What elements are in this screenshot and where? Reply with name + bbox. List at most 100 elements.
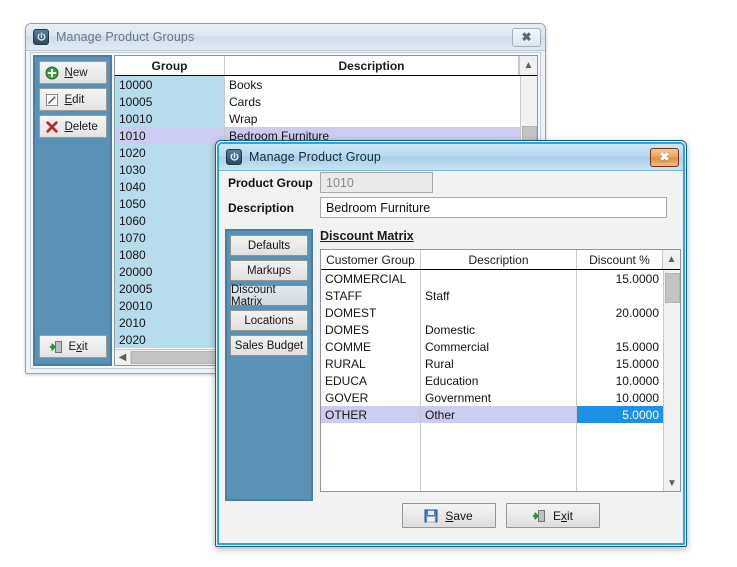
back-exit-button[interactable]: Exit [38, 335, 107, 358]
new-button[interactable]: New [38, 61, 107, 84]
column-header-group[interactable]: Group [115, 56, 225, 75]
exit-button[interactable]: Exit [505, 503, 600, 528]
table-row[interactable]: COMMERCIAL 15.0000 [321, 270, 663, 287]
scroll-up-button[interactable]: ▲ [519, 56, 537, 75]
close-icon[interactable]: ✖ [512, 27, 541, 47]
product-group-field: 1010 [320, 172, 433, 193]
exit-button-label: Exit [552, 508, 573, 523]
cell-discount-percent[interactable]: 15.0000 [577, 338, 663, 355]
table-row-empty[interactable] [321, 440, 663, 457]
close-icon[interactable]: ✖ [650, 147, 679, 167]
product-group-label: Product Group [228, 175, 313, 190]
cell-customer-group[interactable]: OTHER [321, 406, 421, 423]
table-row[interactable]: 10010 Wrap [115, 110, 520, 127]
cell-customer-group[interactable]: DOMES [321, 321, 421, 338]
table-row[interactable]: GOVER Government 10.0000 [321, 389, 663, 406]
table-row[interactable]: DOMES Domestic [321, 321, 663, 338]
cell-group: 10005 [115, 93, 225, 110]
cell-discount-percent[interactable] [577, 287, 663, 304]
column-header-description[interactable]: Description [225, 56, 519, 75]
table-row[interactable]: 10000 Books [115, 76, 520, 93]
cell-customer-group[interactable]: RURAL [321, 355, 421, 372]
cell-description[interactable]: Education [421, 372, 577, 389]
dialog-panes: Defaults Markups Discount Matrix Locations S… [225, 229, 681, 528]
column-header-matrix-description[interactable]: Description [421, 250, 577, 269]
delete-button[interactable]: Delete [38, 115, 107, 138]
cell-discount-percent[interactable]: 5.0000 [577, 406, 663, 423]
back-window-titlebar[interactable]: Manage Product Groups ✖ [26, 24, 545, 51]
matrix-vertical-scrollbar[interactable]: ▼ [663, 270, 680, 491]
table-row-empty[interactable] [321, 474, 663, 491]
matrix-scrollbar-thumb[interactable] [664, 273, 680, 303]
cell-discount-percent[interactable] [577, 321, 663, 338]
tab-locations[interactable]: Locations [230, 310, 308, 331]
scroll-left-button[interactable]: ◀ [115, 351, 131, 364]
tab-markups[interactable]: Markups [230, 260, 308, 281]
matrix-rows: COMMERCIAL 15.0000 STAFF Staff DOMEST 20.0000… [321, 270, 663, 491]
cell-discount-percent[interactable]: 10.0000 [577, 389, 663, 406]
delete-x-icon [45, 120, 58, 133]
cell-customer-group[interactable]: COMME [321, 338, 421, 355]
front-window-titlebar[interactable]: Manage Product Group ✖ [219, 144, 683, 171]
cell-group: 10000 [115, 76, 225, 93]
description-field[interactable]: Bedroom Furniture [320, 197, 667, 218]
cell-description[interactable] [421, 304, 577, 321]
power-icon [226, 149, 242, 165]
cell-description[interactable]: Domestic [421, 321, 577, 338]
matrix-scroll-down-button[interactable]: ▼ [667, 477, 677, 491]
column-header-customer-group[interactable]: Customer Group [321, 250, 421, 269]
cell-empty [421, 474, 577, 491]
cell-discount-percent[interactable]: 15.0000 [577, 355, 663, 372]
column-header-discount-percent[interactable]: Discount % [577, 250, 663, 269]
cell-group: 1070 [115, 229, 225, 246]
matrix-scroll-up-button[interactable]: ▲ [663, 250, 680, 269]
cell-empty [321, 457, 421, 474]
tab-defaults[interactable]: Defaults [230, 235, 308, 256]
dialog-tab-list: Defaults Markups Discount Matrix Locations S… [225, 229, 313, 501]
cell-customer-group[interactable]: DOMEST [321, 304, 421, 321]
cell-group: 2010 [115, 314, 225, 331]
cell-description[interactable]: Commercial [421, 338, 577, 355]
tab-discount-matrix[interactable]: Discount Matrix [230, 284, 308, 308]
cell-empty [577, 457, 663, 474]
exit-door-icon [49, 340, 62, 353]
cell-description[interactable] [421, 270, 577, 287]
cell-empty [577, 474, 663, 491]
cell-customer-group[interactable]: STAFF [321, 287, 421, 304]
cell-empty [577, 440, 663, 457]
cell-customer-group[interactable]: EDUCA [321, 372, 421, 389]
cell-description[interactable]: Other [421, 406, 577, 423]
table-row[interactable]: EDUCA Education 10.0000 [321, 372, 663, 389]
cell-empty [577, 423, 663, 440]
table-row[interactable]: COMME Commercial 15.0000 [321, 338, 663, 355]
cell-description[interactable]: Government [421, 389, 577, 406]
table-row[interactable]: OTHER Other 5.0000 [321, 406, 663, 423]
cell-discount-percent[interactable]: 15.0000 [577, 270, 663, 287]
cell-customer-group[interactable]: GOVER [321, 389, 421, 406]
cell-group: 1010 [115, 127, 225, 144]
chevron-up-icon: ▲ [523, 59, 534, 71]
power-icon [33, 29, 49, 45]
table-row[interactable]: RURAL Rural 15.0000 [321, 355, 663, 372]
description-label: Description [228, 200, 295, 215]
table-row[interactable]: 10005 Cards [115, 93, 520, 110]
cell-empty [321, 440, 421, 457]
matrix-header-row: Customer Group Description Discount % ▲ [321, 250, 680, 270]
cell-description[interactable]: Rural [421, 355, 577, 372]
table-row-empty[interactable] [321, 423, 663, 440]
table-row[interactable]: STAFF Staff [321, 287, 663, 304]
edit-button[interactable]: Edit [38, 88, 107, 111]
cell-discount-percent[interactable]: 20.0000 [577, 304, 663, 321]
new-button-label: New [64, 66, 88, 79]
chevron-down-icon: ▼ [667, 478, 677, 489]
cell-customer-group[interactable]: COMMERCIAL [321, 270, 421, 287]
plus-circle-icon [45, 66, 58, 79]
cell-group: 20010 [115, 297, 225, 314]
table-row[interactable]: DOMEST 20.0000 [321, 304, 663, 321]
cell-discount-percent[interactable]: 10.0000 [577, 372, 663, 389]
cell-description[interactable]: Staff [421, 287, 577, 304]
save-button[interactable]: Save [401, 503, 496, 528]
table-row-empty[interactable] [321, 457, 663, 474]
tab-sales-budget[interactable]: Sales Budget [230, 335, 308, 356]
save-button-label: Save [445, 508, 473, 523]
